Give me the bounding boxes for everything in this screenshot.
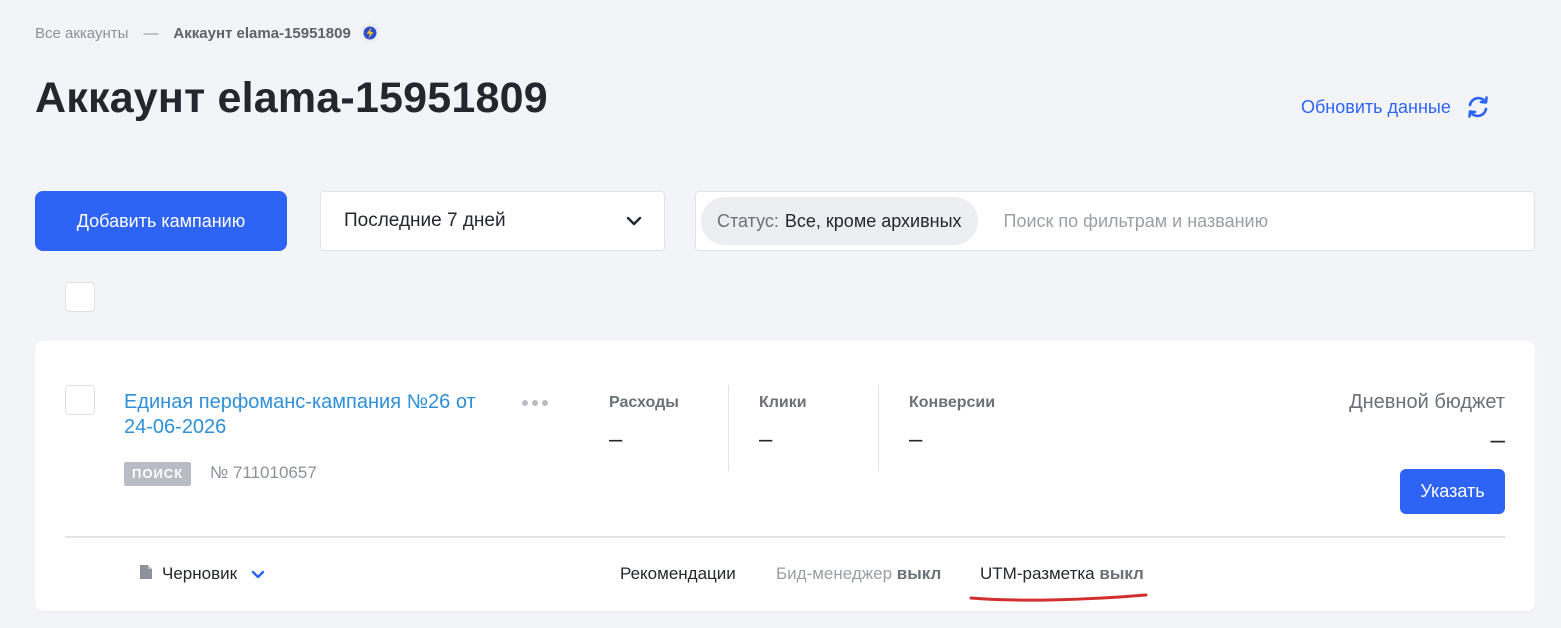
- metric-conversions: Конверсии –: [909, 394, 995, 454]
- daily-budget-label: Дневной бюджет: [1349, 391, 1505, 413]
- divider: [728, 385, 729, 471]
- utm-state: выкл: [1099, 564, 1144, 583]
- page: Все аккаунты — Аккаунт elama-15951809 Ак…: [0, 0, 1561, 628]
- utm-link[interactable]: UTM-разметка выкл: [980, 564, 1144, 584]
- metric-value: –: [909, 426, 923, 453]
- period-value: Последние 7 дней: [344, 210, 506, 231]
- breadcrumb: Все аккаунты — Аккаунт elama-15951809: [35, 23, 380, 43]
- page-title: Аккаунт elama-15951809: [35, 74, 548, 122]
- search-input[interactable]: [1003, 210, 1504, 232]
- metric-label: Клики: [759, 394, 807, 411]
- status-filter-value: Все, кроме архивных: [784, 210, 962, 231]
- chevron-down-icon: [626, 210, 642, 232]
- breadcrumb-current: Аккаунт elama-15951809: [173, 24, 351, 42]
- lightning-badge-icon: [359, 23, 380, 43]
- utm-label: UTM-разметка: [980, 564, 1095, 583]
- breadcrumb-separator: —: [143, 24, 159, 42]
- status-filter-chip[interactable]: Статус: Все, кроме архивных: [701, 197, 978, 245]
- period-select[interactable]: Последние 7 дней: [320, 191, 665, 251]
- campaign-status-value: Черновик: [162, 564, 238, 583]
- metric-value: –: [609, 426, 623, 453]
- divider: [878, 385, 879, 471]
- red-underline-annotation: [969, 593, 1148, 602]
- chevron-down-icon: [251, 564, 265, 584]
- metric-clicks: Клики –: [759, 394, 807, 454]
- filter-bar: Статус: Все, кроме архивных: [695, 191, 1535, 251]
- bid-manager-label: Бид-менеджер: [776, 564, 893, 583]
- metric-label: Расходы: [609, 394, 679, 411]
- bid-manager-state: выкл: [896, 564, 942, 583]
- card-divider: [65, 536, 1505, 538]
- add-campaign-button[interactable]: Добавить кампанию: [35, 191, 287, 251]
- campaign-card: Единая перфоманс-кампания №26 от 24-06-2…: [35, 341, 1535, 611]
- document-icon: [140, 564, 152, 584]
- campaign-id: № 711010657: [210, 463, 317, 482]
- campaign-type-tag: ПОИСК: [124, 462, 192, 486]
- daily-budget-value: –: [1490, 424, 1505, 454]
- breadcrumb-all-accounts[interactable]: Все аккаунты: [35, 25, 128, 42]
- more-options-icon[interactable]: [521, 394, 549, 412]
- campaign-status-dropdown[interactable]: Черновик: [140, 564, 265, 584]
- status-filter-label: Статус:: [717, 210, 779, 231]
- refresh-icon: [1465, 94, 1491, 120]
- metric-expenses: Расходы –: [609, 394, 679, 454]
- metric-label: Конверсии: [909, 394, 996, 411]
- metric-value: –: [759, 426, 773, 453]
- refresh-label: Обновить данные: [1301, 96, 1451, 117]
- select-all-checkbox[interactable]: [65, 282, 95, 312]
- campaign-name-link[interactable]: Единая перфоманс-кампания №26 от 24-06-2…: [124, 390, 494, 440]
- refresh-data-button[interactable]: Обновить данные: [1301, 94, 1491, 120]
- bid-manager-link[interactable]: Бид-менеджер выкл: [776, 564, 941, 584]
- recommendations-link[interactable]: Рекомендации: [620, 564, 736, 584]
- campaign-checkbox[interactable]: [65, 385, 95, 415]
- set-budget-button[interactable]: Указать: [1400, 469, 1505, 514]
